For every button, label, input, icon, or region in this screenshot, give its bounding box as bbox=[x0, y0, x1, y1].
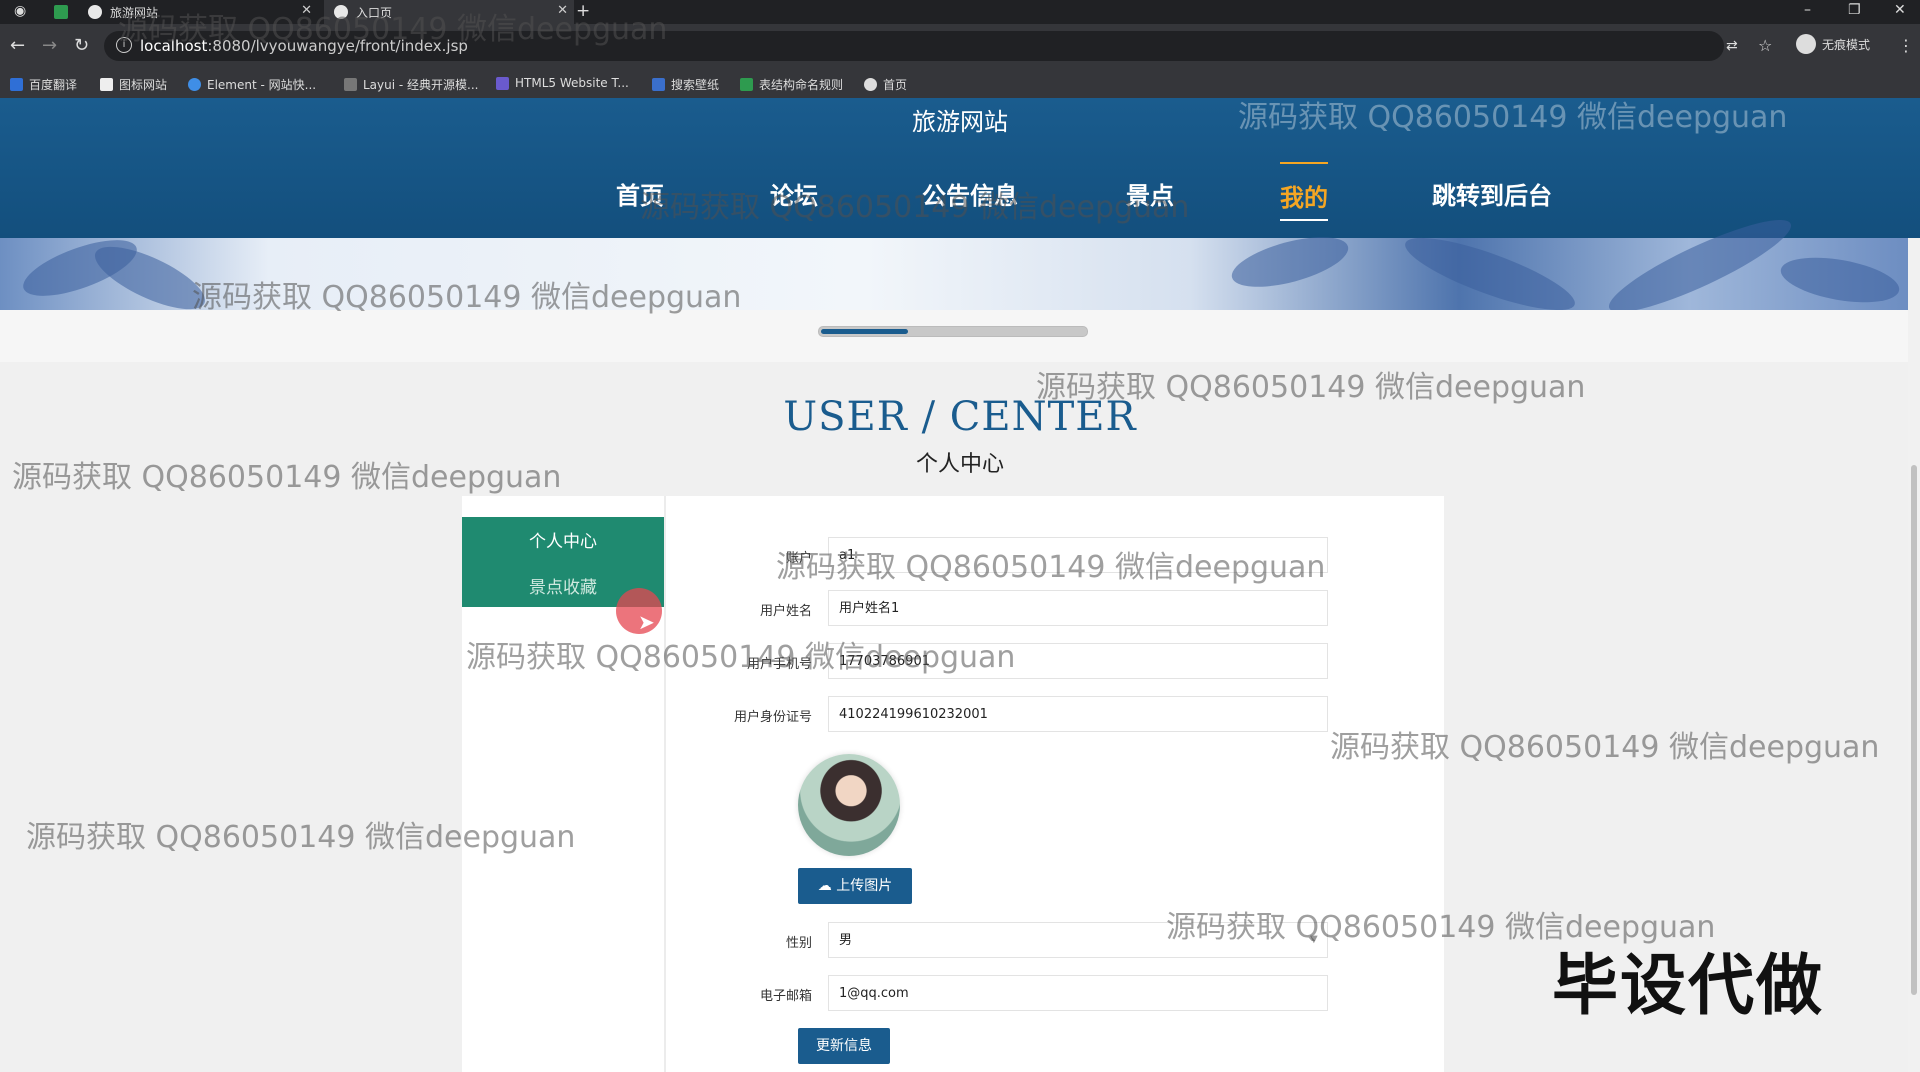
bookmark-item[interactable]: Layui - 经典开源模... bbox=[344, 76, 478, 93]
watermark: 源码获取 QQ86050149 微信deepguan bbox=[118, 12, 668, 47]
watermark: 源码获取 QQ86050149 微信deepguan bbox=[12, 460, 562, 495]
side-menu-personal-center[interactable]: 个人中心 bbox=[462, 527, 664, 552]
mouse-cursor-icon: ➤ bbox=[638, 610, 655, 634]
back-icon[interactable]: ← bbox=[10, 35, 25, 56]
watermark: 源码获取 QQ86050149 微信deepguan bbox=[192, 280, 742, 315]
forward-icon[interactable]: → bbox=[42, 35, 57, 56]
carousel-progress[interactable] bbox=[818, 326, 1088, 337]
bookmark-item[interactable]: 图标网站 bbox=[100, 76, 167, 93]
avatar bbox=[798, 754, 900, 856]
idcard-field[interactable]: 410224199610232001 bbox=[828, 696, 1328, 732]
watermark: 源码获取 QQ86050149 微信deepguan bbox=[1238, 100, 1788, 135]
watermark: 源码获取 QQ86050149 微信deepguan bbox=[26, 820, 576, 855]
restore-icon[interactable]: ❐ bbox=[1848, 2, 1861, 18]
name-field[interactable]: 用户姓名1 bbox=[828, 590, 1328, 626]
incognito-label: 无痕模式 bbox=[1822, 37, 1871, 52]
watermark: 源码获取 QQ86050149 微信deepguan bbox=[1330, 730, 1880, 765]
watermark: 源码获取 QQ86050149 微信deepguan bbox=[466, 640, 1016, 675]
minimize-icon[interactable]: – bbox=[1804, 2, 1811, 18]
name-label: 用户姓名 bbox=[759, 604, 812, 619]
nav-mine[interactable]: 我的 bbox=[1280, 162, 1328, 221]
bookmark-item[interactable]: Element - 网站快... bbox=[188, 76, 316, 93]
user-center-title: USER / CENTER bbox=[783, 394, 1137, 440]
idcard-label: 用户身份证号 bbox=[733, 710, 812, 725]
carousel-indicator bbox=[0, 310, 1920, 362]
bookmark-item[interactable]: 表结构命名规则 bbox=[740, 76, 843, 93]
nav-admin[interactable]: 跳转到后台 bbox=[1432, 176, 1552, 211]
bookmark-star-icon[interactable]: ☆ bbox=[1758, 36, 1772, 55]
update-info-button[interactable]: 更新信息 bbox=[798, 1028, 890, 1064]
incognito-icon bbox=[1796, 34, 1816, 54]
watermark: 源码获取 QQ86050149 微信deepguan bbox=[776, 550, 1326, 585]
bookmark-item[interactable]: 搜索壁纸 bbox=[652, 76, 719, 93]
upload-image-button[interactable]: ☁ 上传图片 bbox=[798, 868, 912, 904]
reload-icon[interactable]: ↻ bbox=[74, 35, 89, 56]
browser-logo-icon: ◉ bbox=[14, 3, 27, 19]
translate-icon[interactable]: ⇄ bbox=[1726, 38, 1738, 54]
tab-favicon-icon bbox=[88, 5, 102, 19]
overlay-text: 毕设代做 bbox=[1552, 947, 1824, 1024]
watermark: 源码获取 QQ86050149 微信deepguan bbox=[1036, 370, 1586, 405]
carousel-progress-fill bbox=[821, 329, 908, 334]
watermark: 源码获取 QQ86050149 微信deepguan bbox=[640, 190, 1190, 225]
cloud-upload-icon: ☁ bbox=[817, 878, 832, 894]
menu-kebab-icon[interactable]: ⋮ bbox=[1898, 36, 1914, 55]
window-close-icon[interactable]: ✕ bbox=[1894, 2, 1906, 18]
gender-label: 性别 bbox=[785, 936, 812, 951]
bookmark-item[interactable]: 首页 bbox=[864, 76, 907, 93]
email-label: 电子邮箱 bbox=[759, 989, 812, 1004]
sheet-app-icon[interactable] bbox=[54, 5, 68, 19]
bookmark-item[interactable]: 百度翻译 bbox=[10, 76, 77, 93]
scrollbar-thumb[interactable] bbox=[1911, 465, 1917, 995]
email-field[interactable]: 1@qq.com bbox=[828, 975, 1328, 1011]
bookmark-item[interactable]: HTML5 Website T... bbox=[496, 76, 629, 90]
incognito-indicator[interactable]: 无痕模式 bbox=[1796, 34, 1870, 54]
